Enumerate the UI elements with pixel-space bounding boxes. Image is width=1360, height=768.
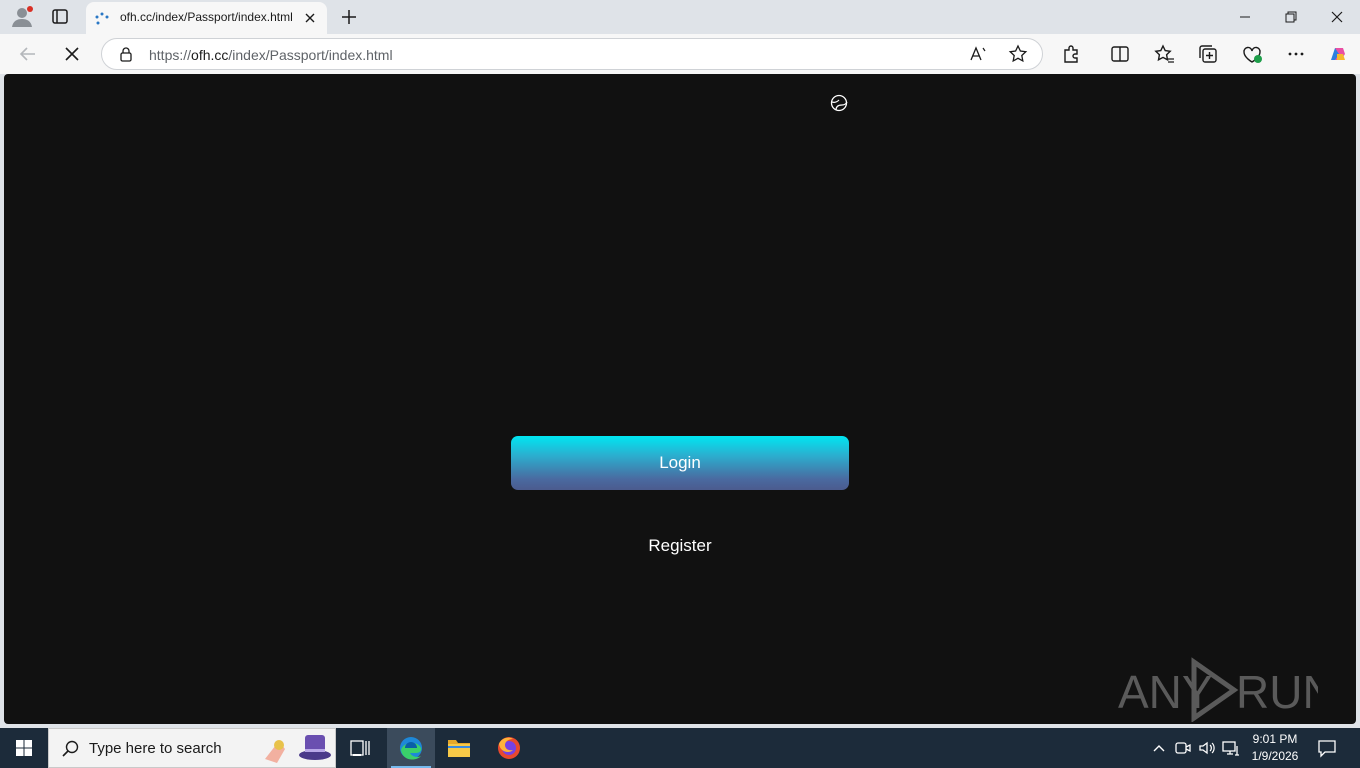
lock-icon[interactable] xyxy=(118,46,134,62)
chevron-up-icon[interactable] xyxy=(1149,738,1169,758)
tab-title: ofh.cc/index/Passport/index.html xyxy=(120,10,293,24)
copilot-icon[interactable] xyxy=(1326,42,1350,66)
close-icon[interactable] xyxy=(302,10,318,26)
globe-icon[interactable] xyxy=(830,94,848,112)
tab-bar: ofh.cc/index/Passport/index.html xyxy=(0,0,1360,34)
network-icon[interactable] xyxy=(1221,738,1241,758)
watermark-left: ANY xyxy=(1118,666,1213,718)
favorites-icon[interactable] xyxy=(1152,42,1176,66)
active-tab[interactable]: ofh.cc/index/Passport/index.html xyxy=(86,2,327,34)
file-explorer-icon[interactable] xyxy=(435,728,483,768)
watermark-right: RUN xyxy=(1236,666,1318,718)
extensions-icon[interactable] xyxy=(1059,42,1083,66)
back-icon[interactable] xyxy=(16,42,40,66)
address-bar[interactable]: https://ofh.cc/index/Passport/index.html xyxy=(101,38,1043,70)
restore-icon[interactable] xyxy=(1280,6,1302,28)
watermark-logo: ANY RUN xyxy=(1118,656,1336,723)
login-button[interactable]: Login xyxy=(511,436,849,490)
tab-favicon xyxy=(94,11,110,27)
stop-loading-icon[interactable] xyxy=(60,42,84,66)
url-path: /index/Passport/index.html xyxy=(228,47,393,63)
split-screen-icon[interactable] xyxy=(1108,42,1132,66)
windows-start-icon[interactable] xyxy=(0,728,48,768)
url-prefix: https:// xyxy=(149,47,192,63)
firefox-icon[interactable] xyxy=(485,728,533,768)
taskbar-search-box[interactable]: Type here to search xyxy=(48,728,336,768)
browser-essentials-icon[interactable] xyxy=(1240,42,1264,66)
window-close-icon[interactable] xyxy=(1326,6,1348,28)
minimize-icon[interactable] xyxy=(1234,6,1256,28)
url-text[interactable]: https://ofh.cc/index/Passport/index.html xyxy=(149,47,393,63)
collections-icon[interactable] xyxy=(1196,42,1220,66)
favorite-star-icon[interactable] xyxy=(1008,44,1028,64)
page-viewport: Login Register ANY RUN xyxy=(4,74,1356,724)
edge-icon[interactable] xyxy=(387,728,435,768)
search-highlight-image xyxy=(261,731,335,767)
taskbar: Type here to search 9:01 PM 1/9/2026 xyxy=(0,728,1360,768)
browser-toolbar: https://ofh.cc/index/Passport/index.html xyxy=(0,34,1360,74)
meet-now-icon[interactable] xyxy=(1173,738,1193,758)
url-host: ofh.cc xyxy=(191,47,229,63)
notification-icon[interactable] xyxy=(1316,737,1338,759)
clock-time: 9:01 PM xyxy=(1252,732,1298,746)
clock-date: 1/9/2026 xyxy=(1251,749,1299,763)
search-icon xyxy=(61,739,81,759)
register-link[interactable]: Register xyxy=(611,534,749,558)
volume-icon[interactable] xyxy=(1197,738,1217,758)
new-tab-icon[interactable] xyxy=(338,6,360,28)
tab-actions-icon[interactable] xyxy=(48,6,72,28)
system-clock[interactable]: 9:01 PM 1/9/2026 xyxy=(1242,731,1308,765)
read-aloud-icon[interactable] xyxy=(968,44,988,64)
profile-icon[interactable] xyxy=(10,6,34,28)
search-placeholder: Type here to search xyxy=(89,740,222,757)
more-icon[interactable] xyxy=(1284,42,1308,66)
task-view-icon[interactable] xyxy=(336,728,384,768)
